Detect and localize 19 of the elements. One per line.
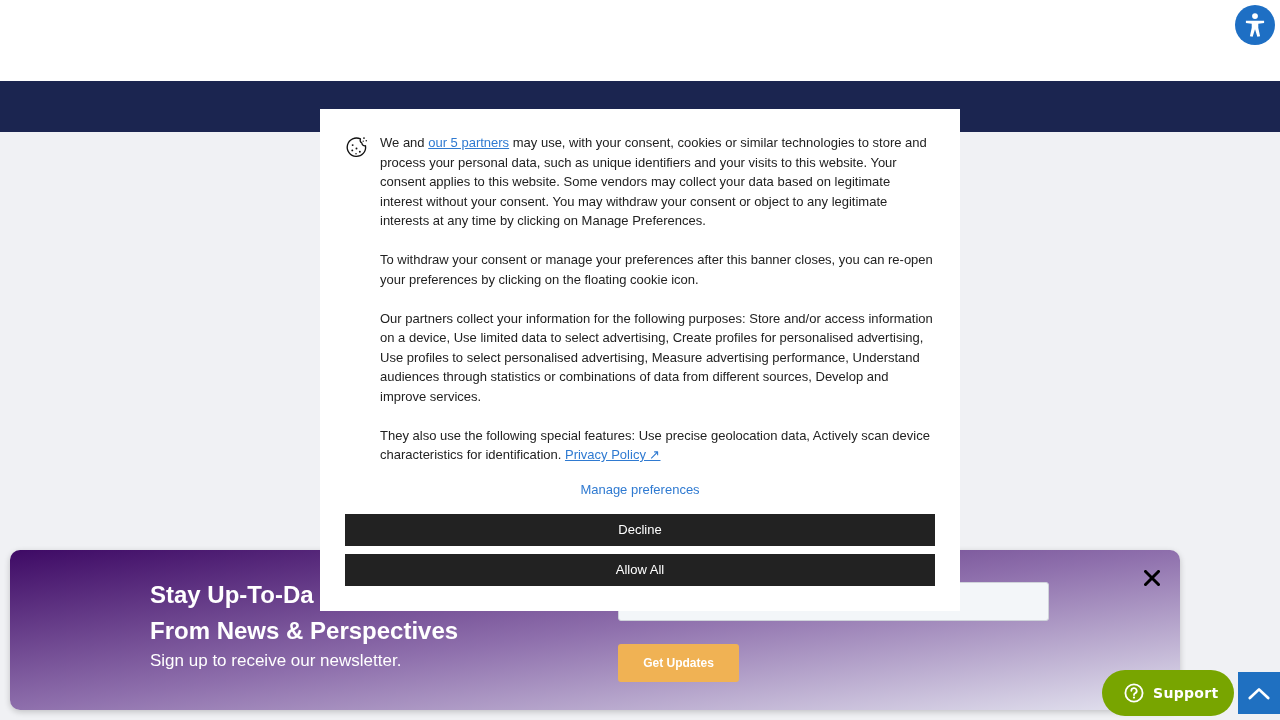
help-icon [1124, 683, 1144, 703]
inline-link[interactable]: Privacy Policy ↗ [564, 447, 661, 462]
cookie-icon [345, 136, 368, 159]
inline-link[interactable]: our 5 partners [428, 135, 510, 150]
consent-button[interactable]: Allow All [345, 553, 935, 586]
support-button[interactable]: Support [1102, 670, 1234, 716]
newsletter-heading: From News & Perspectives [150, 616, 459, 646]
person-icon [1245, 13, 1265, 37]
close-icon[interactable] [1144, 570, 1160, 586]
scroll-to-top-button[interactable] [1238, 672, 1280, 714]
newsletter-heading: Stay Up-To-Da [150, 580, 314, 610]
consent-paragraph: Our partners collect your information for the following purposes: Store and/or access information on a device, Use limited data to select advertising, Create profiles for personalised advertising, Use profiles to select personalised advertising, Measure advertising performance, Understand audiences through statistics or combinations of data from different sources, Develop and improve services. [380, 309, 933, 406]
manage-preferences-link[interactable]: Manage preferences [580, 479, 700, 499]
consent-button[interactable]: Decline [345, 513, 935, 546]
consent-paragraph: To withdraw your consent or manage your preferences after this banner closes, you can re-open your preferences by clicking on the floating cookie icon. [380, 251, 933, 289]
newsletter-subtitle: Sign up to receive our newsletter. [150, 650, 402, 672]
consent-paragraph: We and our 5 partners may use, with your consent, cookies or similar technologies to store and process your personal data, such as unique identifiers and your visits to this website. Your consent applies to this website. Some vendors may collect your data based on legitimate interest without your consent. You may withdraw your consent or object to any legitimate interests at any time by clicking on Manage Preferences. [380, 134, 928, 230]
chevron-up-icon [1248, 686, 1270, 700]
consent-paragraph: They also use the following special features: Use precise geolocation data, Actively scan device characteristics for identification. Privacy Policy ↗ [380, 426, 931, 464]
